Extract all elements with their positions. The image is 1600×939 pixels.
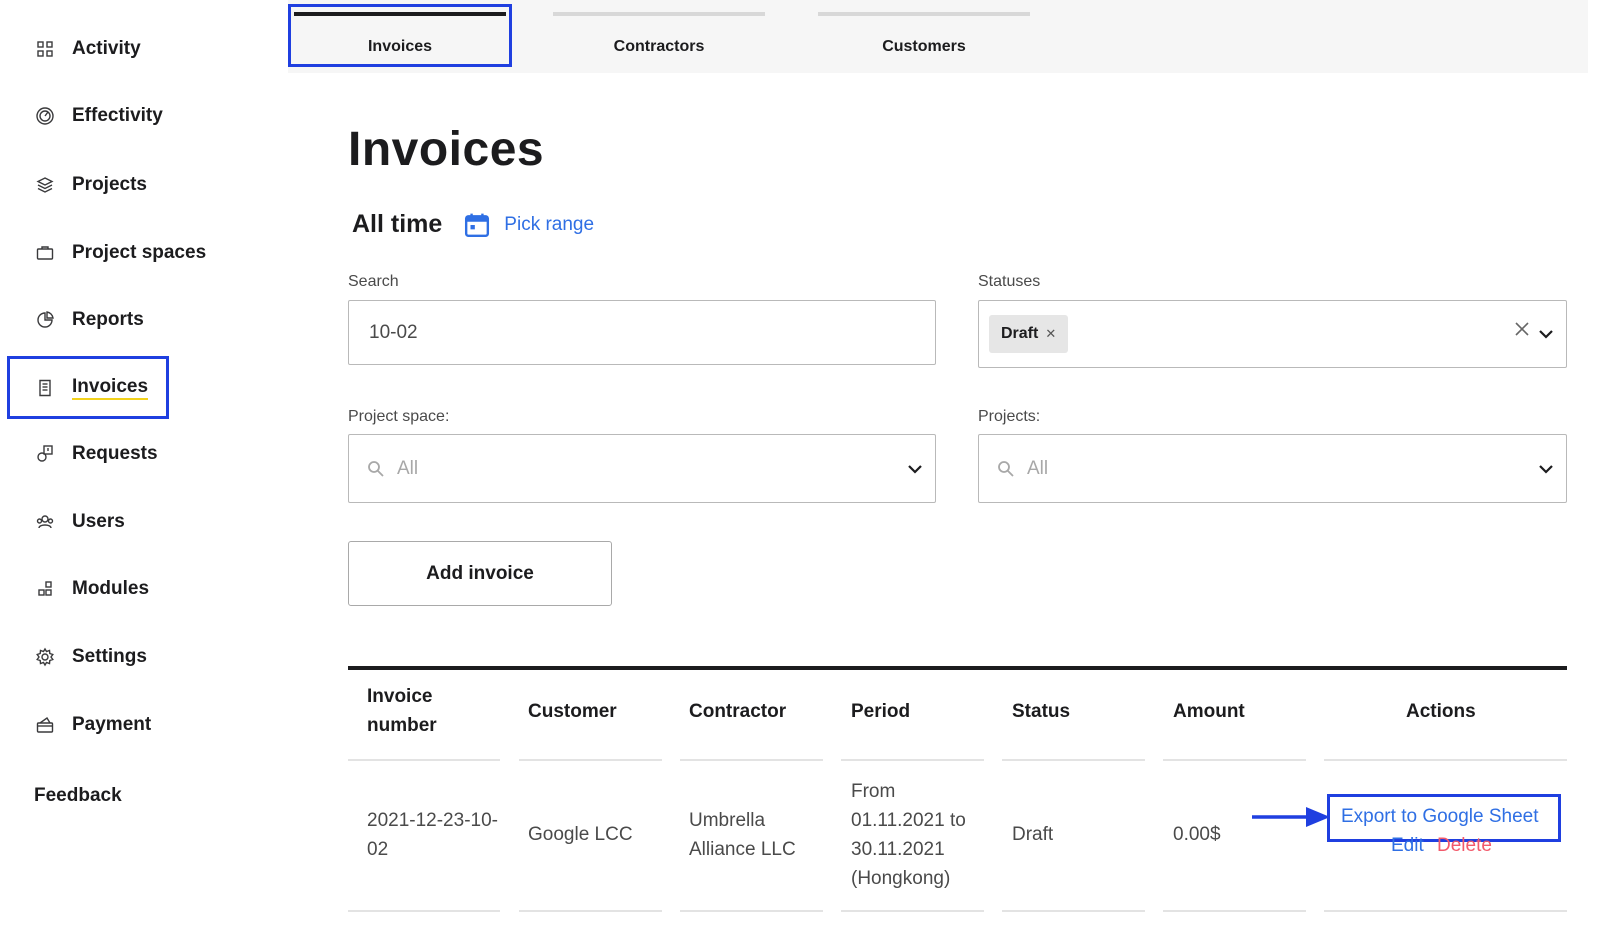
header-divider <box>1002 759 1145 761</box>
search-icon <box>998 460 1014 477</box>
project-space-select[interactable]: All <box>348 434 936 503</box>
header-status: Status <box>1012 701 1071 722</box>
sidebar-item-label: Effectivity <box>72 105 163 126</box>
edit-link[interactable]: Edit <box>1391 835 1424 857</box>
sidebar-item-label: Invoices <box>72 376 149 400</box>
sidebar-item-label: Settings <box>72 646 147 667</box>
sidebar-item-label: Project spaces <box>72 242 207 263</box>
sidebar-item-reports[interactable]: Reports <box>34 305 144 335</box>
tab-bar: Invoices Contractors Customers <box>288 0 1600 73</box>
request-icon <box>34 443 56 465</box>
date-range-row: All time Pick range <box>352 210 594 239</box>
sidebar-item-users[interactable]: Users <box>34 507 125 537</box>
sidebar-item-modules[interactable]: Modules <box>34 574 149 604</box>
row-divider <box>519 910 662 912</box>
sidebar-item-effectivity[interactable]: Effectivity <box>34 101 163 131</box>
search-label: Search <box>348 273 399 290</box>
search-field[interactable] <box>348 300 936 365</box>
row-divider <box>680 910 823 912</box>
header-actions: Actions <box>1406 701 1476 722</box>
tab-invoices[interactable]: Invoices <box>294 12 506 68</box>
header-divider <box>680 759 823 761</box>
add-invoice-button[interactable]: Add invoice <box>348 541 612 606</box>
sidebar-item-project-spaces[interactable]: Project spaces <box>34 238 206 268</box>
cell-invoice-number: 2021-12-23-10- 02 <box>367 810 498 860</box>
row-divider <box>348 910 500 912</box>
row-divider <box>1002 910 1145 912</box>
export-to-google-sheet-link[interactable]: Export to Google Sheet <box>1341 806 1539 828</box>
row-divider <box>1324 910 1567 912</box>
main-right-margin <box>1588 0 1600 939</box>
status-chip-label: Draft <box>1001 325 1039 342</box>
payment-icon <box>34 714 56 736</box>
cell-amount: 0.00$ <box>1173 824 1221 845</box>
header-divider <box>519 759 662 761</box>
header-divider <box>1324 759 1567 761</box>
row-divider <box>1163 910 1306 912</box>
layers-icon <box>34 174 56 196</box>
project-space-placeholder: All <box>397 457 419 479</box>
header-amount: Amount <box>1173 701 1245 722</box>
arrow-right-icon <box>1252 807 1330 827</box>
cell-customer: Google LCC <box>528 824 633 845</box>
chevron-down-icon[interactable] <box>907 461 923 477</box>
chip-remove-icon[interactable]: ✕ <box>1045 326 1056 342</box>
projects-label: Projects: <box>978 408 1041 425</box>
pie-chart-icon <box>34 309 56 331</box>
sidebar-item-requests[interactable]: Requests <box>34 439 158 469</box>
header-customer: Customer <box>528 701 617 722</box>
sidebar-item-label: Users <box>72 511 125 532</box>
statuses-label: Statuses <box>978 273 1041 290</box>
sidebar-item-label: Requests <box>72 443 158 464</box>
header-contractor: Contractor <box>689 701 787 722</box>
header-divider <box>1163 759 1306 761</box>
sidebar-item-settings[interactable]: Settings <box>34 642 147 672</box>
cell-period: From 01.11.2021 to 30.11.2021 (Hongkong) <box>851 781 966 889</box>
cell-status: Draft <box>1012 824 1054 845</box>
sidebar: Activity Effectivity Projects Project sp… <box>0 0 288 939</box>
page-title: Invoices <box>348 123 545 176</box>
grid-icon <box>34 38 56 60</box>
sidebar-item-label: Activity <box>72 38 141 59</box>
tab-contractors[interactable]: Contractors <box>553 12 765 68</box>
row-divider <box>841 910 984 912</box>
date-range-label: All time <box>352 210 443 238</box>
tab-customers[interactable]: Customers <box>818 12 1030 68</box>
sidebar-item-label: Reports <box>72 309 144 330</box>
chevron-down-icon[interactable] <box>1538 326 1554 342</box>
header-period: Period <box>851 701 911 722</box>
sidebar-item-payment[interactable]: Payment <box>34 710 151 740</box>
sidebar-item-activity[interactable]: Activity <box>34 34 141 64</box>
search-input[interactable] <box>349 321 935 344</box>
project-space-label: Project space: <box>348 408 450 425</box>
sidebar-item-label: Modules <box>72 578 150 599</box>
projects-placeholder: All <box>1027 457 1049 479</box>
cell-contractor: Umbrella Alliance LLC <box>689 810 796 860</box>
gear-icon <box>34 646 56 668</box>
header-divider <box>841 759 984 761</box>
sidebar-item-label: Payment <box>72 714 152 735</box>
sidebar-item-label: Projects <box>72 174 147 195</box>
calendar-icon[interactable] <box>464 212 490 238</box>
sidebar-item-invoices[interactable]: Invoices <box>34 373 149 403</box>
clear-icon[interactable] <box>1512 319 1532 339</box>
table-top-border <box>348 666 1567 670</box>
statuses-select[interactable]: Draft ✕ <box>978 300 1567 368</box>
sidebar-item-projects[interactable]: Projects <box>34 170 147 200</box>
briefcase-icon <box>34 242 56 264</box>
modules-icon <box>34 578 56 600</box>
header-divider <box>348 759 500 761</box>
status-chip-draft[interactable]: Draft ✕ <box>989 315 1069 353</box>
header-invoice-number: Invoice number <box>367 686 437 736</box>
delete-link[interactable]: Delete <box>1437 835 1492 857</box>
chevron-down-icon[interactable] <box>1538 461 1554 477</box>
receipt-icon <box>34 377 56 399</box>
pick-range-link[interactable]: Pick range <box>504 214 594 236</box>
feedback-link[interactable]: Feedback <box>34 785 122 807</box>
gauge-icon <box>34 105 56 127</box>
users-icon <box>34 511 56 533</box>
main-content: Invoices Contractors Customers Invoices … <box>288 0 1600 939</box>
projects-select[interactable]: All <box>978 434 1567 503</box>
search-icon <box>368 460 384 477</box>
